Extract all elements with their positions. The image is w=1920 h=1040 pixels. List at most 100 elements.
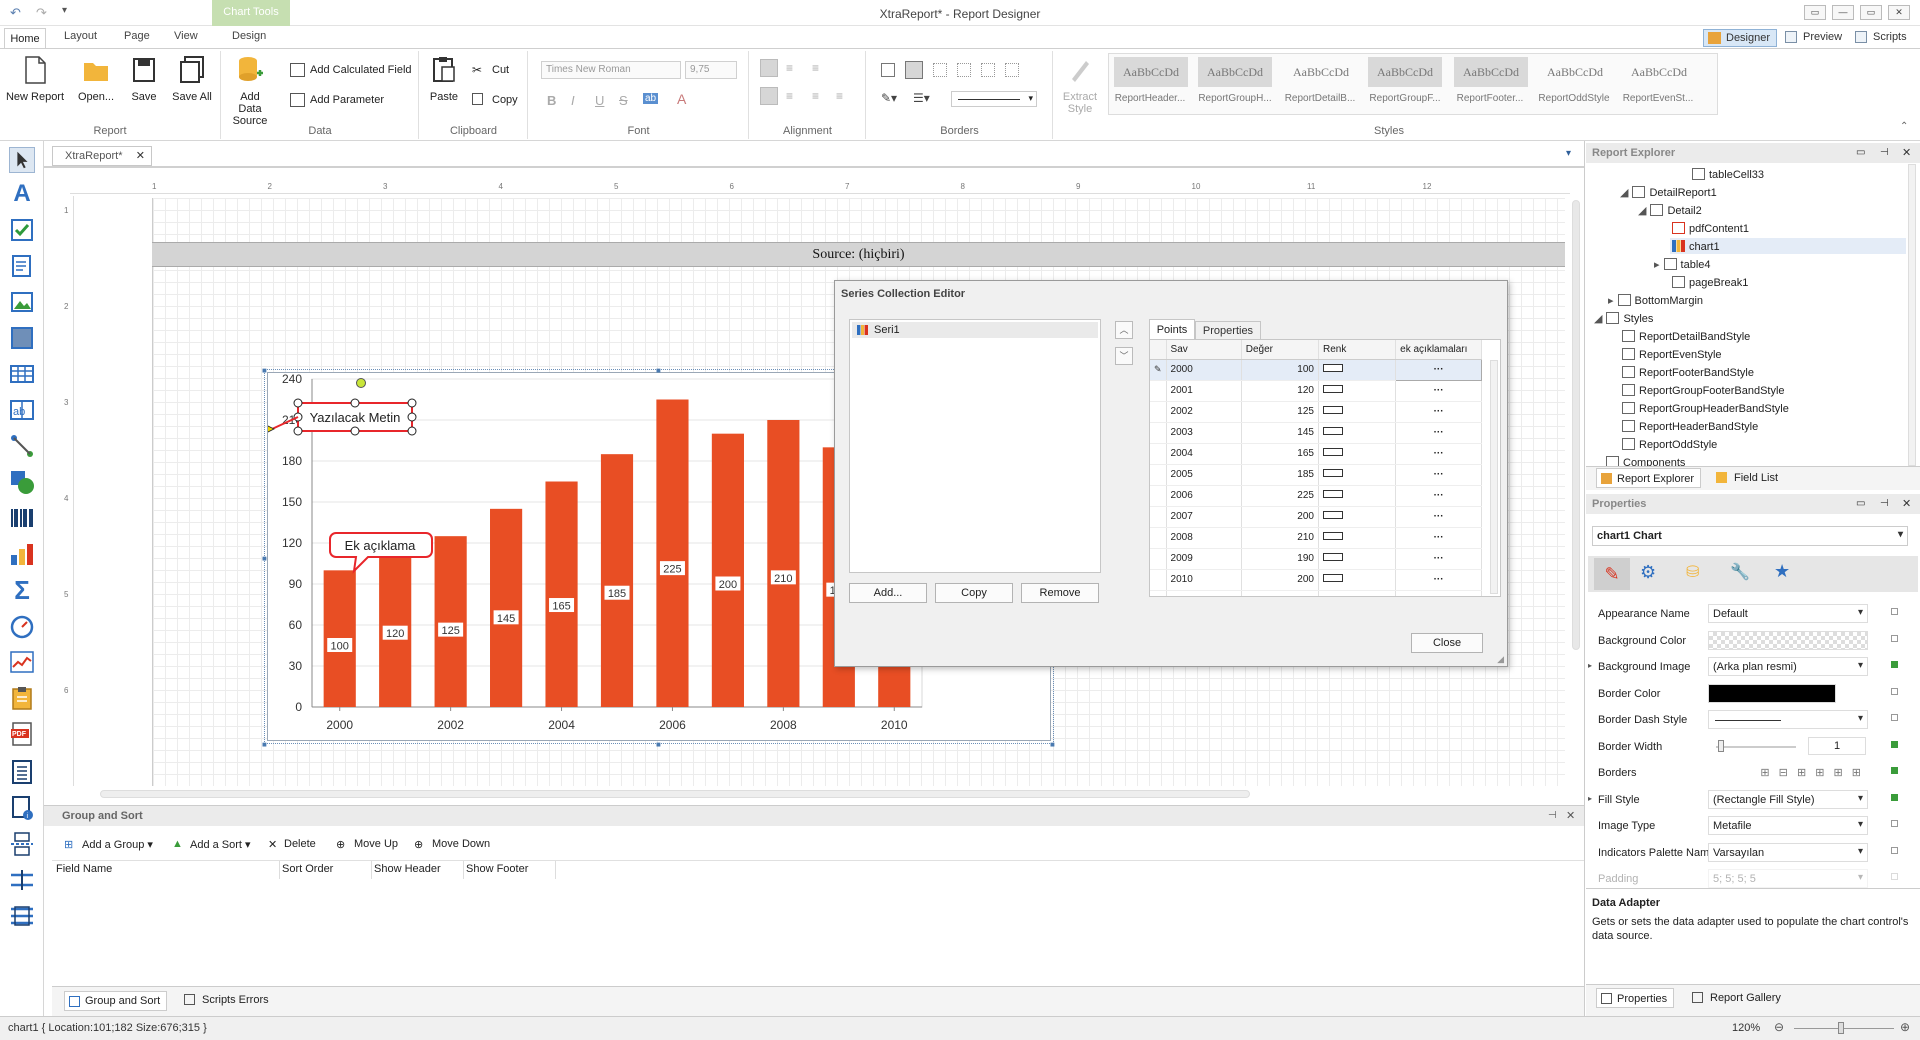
expand-property-icon[interactable]: ▸ <box>1588 794 1592 803</box>
properties-maximize-icon[interactable]: ▭ <box>1856 498 1865 509</box>
property-row[interactable]: Background Color <box>1598 629 1908 653</box>
behavior-gears-icon[interactable]: ⚙ <box>1640 562 1656 583</box>
cell-deger[interactable]: 200 <box>1241 506 1319 528</box>
collapse-arrow-icon[interactable]: ◢ <box>1620 187 1628 199</box>
panel-icon[interactable] <box>9 325 35 351</box>
cross-band-line-icon[interactable] <box>9 867 35 893</box>
cell-deger[interactable]: 225 <box>1241 485 1319 507</box>
property-row[interactable]: Border Dash Style <box>1598 708 1908 732</box>
row-indicator[interactable] <box>1150 401 1167 423</box>
style-report-group-header[interactable]: AaBbCcDd <box>1198 57 1272 87</box>
tab-home[interactable]: Home <box>4 28 46 49</box>
font-size-combo[interactable]: 9,75 <box>685 61 737 79</box>
tree-node-styles[interactable]: ◢ Styles <box>1594 312 1653 325</box>
document-tab[interactable]: XtraReport* ✕ <box>52 146 152 166</box>
tree-node-style[interactable]: ReportGroupHeaderBandStyle <box>1622 402 1789 415</box>
properties-close-icon[interactable]: ✕ <box>1902 497 1911 510</box>
callout-annotation[interactable]: Ek açıklama <box>345 538 417 553</box>
bold-button[interactable]: B <box>547 93 556 108</box>
cell-sav[interactable]: 2010 <box>1166 569 1242 591</box>
layout-wrench-icon[interactable]: 🔧 <box>1730 562 1750 582</box>
ribbon-collapse-icon[interactable]: ⌃ <box>1900 121 1908 132</box>
border-color-swatch[interactable] <box>1708 683 1836 703</box>
font-family-combo[interactable]: Times New Roman <box>541 61 681 79</box>
gauge-icon[interactable] <box>9 613 35 639</box>
align-top-left-icon[interactable] <box>760 59 778 77</box>
tree-node-components[interactable]: Components <box>1606 456 1685 466</box>
document-list-dropdown-icon[interactable]: ▾ <box>1566 148 1571 159</box>
properties-pin-icon[interactable]: ⊣ <box>1880 498 1889 509</box>
bar[interactable] <box>600 454 634 707</box>
cell-deger[interactable]: 185 <box>1241 464 1319 486</box>
tree-node-chart1[interactable]: chart1 <box>1670 238 1906 254</box>
border-color-icon[interactable]: ✎▾ <box>881 91 897 105</box>
picture-box-icon[interactable] <box>9 289 35 315</box>
line-icon[interactable] <box>9 433 35 459</box>
row-indicator[interactable]: ✎ <box>1150 359 1167 381</box>
property-value[interactable]: (Rectangle Fill Style) <box>1708 789 1868 809</box>
tab-report-gallery[interactable]: Report Gallery <box>1690 992 1781 1004</box>
strikeout-button[interactable]: S <box>619 93 628 108</box>
col-renk[interactable]: Renk <box>1318 340 1397 360</box>
move-down-sort-button[interactable]: ⊕ Move Down <box>414 838 490 851</box>
tree-node-detail2[interactable]: ◢ Detail2 <box>1638 204 1702 217</box>
tree-node-pdfcontent1[interactable]: pdfContent1 <box>1672 222 1749 235</box>
style-report-even[interactable]: AaBbCcDd <box>1622 57 1696 87</box>
align-middle-right-icon[interactable]: ≡ <box>812 89 819 103</box>
new-report-button[interactable]: New Report <box>4 55 66 103</box>
tab-layout[interactable]: Layout <box>64 30 97 42</box>
pdf-content-icon[interactable]: PDF <box>9 721 35 747</box>
annotation-handle[interactable] <box>407 412 417 422</box>
col-sort-order[interactable]: Sort Order <box>280 861 372 879</box>
align-middle-left-icon[interactable] <box>760 87 778 105</box>
property-value[interactable]: Default <box>1708 604 1868 623</box>
points-row[interactable]: ✎ 2000 100 ··· <box>1150 358 1482 381</box>
dialog-grip-icon[interactable]: ◢ <box>1497 654 1504 665</box>
chart-resize-handle-icon[interactable]: ■ <box>1050 740 1055 749</box>
copy-button[interactable]: Copy <box>472 91 518 109</box>
cell-renk[interactable] <box>1318 527 1397 549</box>
border-bottom-icon[interactable] <box>1005 63 1019 77</box>
row-indicator[interactable] <box>1150 527 1167 549</box>
expand-arrow-icon[interactable]: ▸ <box>1654 259 1660 271</box>
row-indicator[interactable] <box>1150 422 1167 444</box>
align-top-center-icon[interactable]: ≡ <box>786 61 793 75</box>
points-row[interactable]: 2005 185 ··· <box>1150 464 1482 486</box>
bar[interactable] <box>767 420 800 707</box>
rich-text-icon[interactable] <box>9 253 35 279</box>
move-down-button[interactable]: ﹀ <box>1115 347 1133 365</box>
tab-scripts-errors[interactable]: Scripts Errors <box>182 994 269 1006</box>
chart-resize-handle-icon[interactable]: ■ <box>262 366 267 375</box>
points-row[interactable]: 2003 145 ··· <box>1150 422 1482 444</box>
scripts-view-button[interactable]: Scripts <box>1851 29 1913 47</box>
preview-view-button[interactable]: Preview <box>1781 29 1848 47</box>
tree-node-style[interactable]: ReportDetailBandStyle <box>1622 330 1750 343</box>
points-row[interactable]: 2001 120 ··· <box>1150 380 1482 402</box>
cell-deger[interactable]: 145 <box>1241 422 1319 444</box>
cell-deger[interactable]: 190 <box>1241 548 1319 570</box>
col-annotations[interactable]: ek açıklamaları <box>1395 340 1482 360</box>
col-field-name[interactable]: Field Name <box>54 861 280 879</box>
borders-selector[interactable]: ⊞ ⊟ ⊞ ⊞ ⊞ ⊞ <box>1708 763 1868 782</box>
cell-annotations[interactable]: ··· <box>1395 485 1482 507</box>
maximize-button[interactable]: ▭ <box>1860 5 1882 20</box>
rotation-handle-icon[interactable] <box>356 378 366 388</box>
cell-annotations[interactable]: ··· <box>1395 527 1482 549</box>
zoom-slider-thumb[interactable] <box>1838 1022 1844 1034</box>
minimize-button[interactable]: — <box>1832 5 1854 20</box>
bar[interactable] <box>656 399 689 708</box>
cell-sav[interactable]: 2007 <box>1166 506 1242 528</box>
bar[interactable] <box>490 508 523 707</box>
points-grid[interactable]: Sav Değer Renk ek açıklamaları ✎ 2000 100 ·… <box>1149 339 1501 597</box>
collapse-arrow-icon[interactable]: ◢ <box>1594 313 1602 325</box>
cut-button[interactable]: ✂ Cut <box>472 61 509 79</box>
move-up-button[interactable]: ︿ <box>1115 321 1133 339</box>
collapse-arrow-icon[interactable]: ◢ <box>1638 205 1646 217</box>
expand-property-icon[interactable]: ▸ <box>1588 661 1592 670</box>
cell-annotations[interactable]: ··· <box>1395 464 1482 486</box>
cell-sav[interactable]: 2009 <box>1166 548 1242 570</box>
points-row[interactable]: 2004 165 ··· <box>1150 443 1482 465</box>
tree-node-bottommargin[interactable]: ▸ BottomMargin <box>1608 294 1703 307</box>
background-color-swatch[interactable] <box>1708 630 1868 650</box>
tree-node-pagebreak1[interactable]: pageBreak1 <box>1672 276 1748 289</box>
